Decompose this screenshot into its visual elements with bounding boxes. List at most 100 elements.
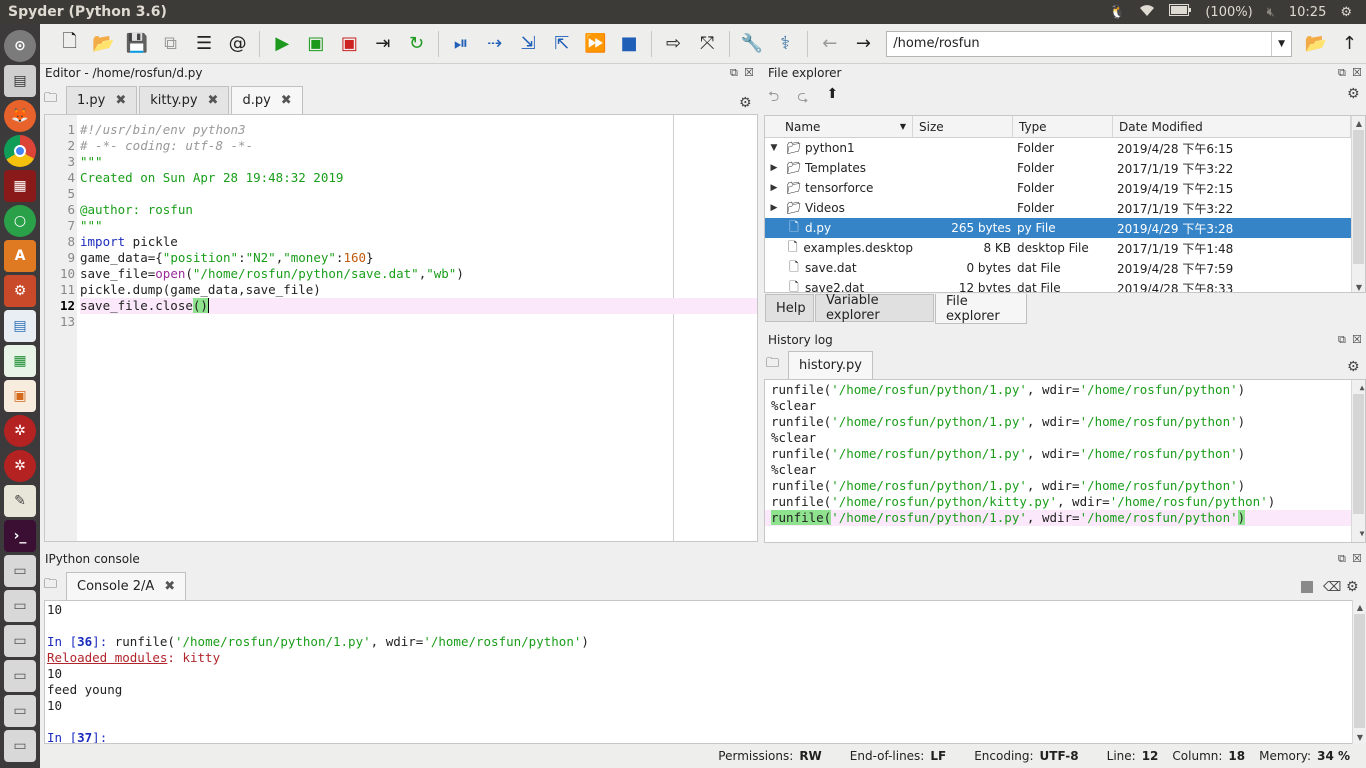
gear-icon[interactable]: ⚙ [739, 95, 752, 111]
terminal-red-icon[interactable]: ▦ [4, 169, 36, 202]
chevron-down-icon[interactable]: ▼ [1271, 31, 1291, 56]
calc-icon[interactable]: ▦ [4, 344, 36, 377]
close-pane-icon[interactable]: ☒ [744, 66, 754, 79]
save-all-icon[interactable]: ⧉ [157, 30, 185, 58]
tab-kittypy[interactable]: kitty.py ✖ [139, 86, 230, 114]
gear-icon[interactable]: ⚙ [1346, 579, 1359, 595]
maximize-pane-icon[interactable]: ⇨ [660, 30, 688, 58]
step-return-icon[interactable]: ⇱ [548, 30, 576, 58]
code-area[interactable]: #!/usr/bin/env python3 # -*- coding: utf… [80, 122, 757, 330]
tab-1py[interactable]: 1.py ✖ [66, 86, 138, 114]
column-size[interactable]: Size [913, 116, 1013, 137]
close-icon[interactable]: ✖ [208, 93, 219, 108]
software-center-icon[interactable]: A [4, 239, 36, 272]
settings-icon[interactable]: ⚙ [4, 274, 36, 307]
terminal-icon[interactable]: ›_ [4, 519, 36, 552]
input-method-icon[interactable]: 🐧 [1109, 5, 1125, 20]
battery-icon[interactable] [1169, 4, 1192, 20]
close-pane-icon[interactable]: ☒ [1352, 552, 1362, 565]
undock-icon[interactable]: ⧉ [1338, 552, 1346, 566]
parent-directory-icon[interactable]: ↑ [1336, 30, 1364, 58]
column-name[interactable]: Name ▼ [765, 116, 913, 137]
files-icon[interactable]: ▤ [4, 64, 36, 97]
volume-muted-icon[interactable]: 🔇︎ [1267, 5, 1275, 20]
tab-console[interactable]: Console 2/A ✖ [66, 572, 187, 600]
stop-icon[interactable] [1301, 581, 1313, 593]
file-explorer-tree[interactable]: Name ▼ Size Type Date Modified ▼ 📁︎ python1… [764, 115, 1366, 293]
eraser-icon[interactable]: ⌫ [1323, 580, 1341, 595]
drive-icon[interactable]: ▭ [4, 694, 36, 727]
wifi-icon[interactable] [1139, 3, 1155, 21]
undock-icon[interactable]: ⧉ [1338, 66, 1346, 80]
circle-app-icon[interactable]: ○ [4, 204, 36, 237]
run-cell-advance-icon[interactable]: ▣ [336, 30, 364, 58]
browse-tabs-icon[interactable]: 🗀 [44, 86, 66, 114]
chrome-icon[interactable] [4, 134, 36, 167]
drive-icon[interactable]: ▭ [4, 589, 36, 622]
working-directory-input[interactable]: /home/rosfun ▼ [886, 30, 1293, 57]
at-icon[interactable]: @ [224, 30, 252, 58]
writer-icon[interactable]: ▤ [4, 309, 36, 342]
file-row[interactable]: 🗋 examples.desktop 8 KB desktop File 2017/1/… [765, 238, 1365, 258]
step-into-icon[interactable]: ⇲ [514, 30, 542, 58]
drive-icon[interactable]: ▭ [4, 624, 36, 657]
browse-tabs-icon[interactable]: 🗀 [766, 351, 788, 379]
collapsed-arrow-icon[interactable]: ▶ [765, 183, 783, 193]
text-editor-icon[interactable]: ✎ [4, 484, 36, 517]
close-icon[interactable]: ✖ [281, 93, 292, 108]
tab-dpy[interactable]: d.py ✖ [231, 86, 303, 114]
robot-icon[interactable]: ✲ [4, 414, 36, 447]
run-selection-icon[interactable]: ⇥ [369, 30, 397, 58]
file-row[interactable]: 🗋 d.py 265 bytes py File 2019/4/29 下午3:28 [765, 218, 1365, 238]
stop-debug-icon[interactable]: ■ [615, 30, 643, 58]
code-editor[interactable]: 1 2 3 4 5 6 7 8 9 10 11 12 13 #!/usr/bin/env python3… [44, 114, 758, 542]
fullscreen-icon[interactable]: ⤧ [693, 30, 721, 58]
tab-help[interactable]: Help [765, 294, 814, 322]
forward-circle-icon[interactable]: ⮎ [797, 86, 808, 110]
close-pane-icon[interactable]: ☒ [1352, 333, 1362, 346]
robot2-icon[interactable]: ✲ [4, 449, 36, 482]
preferences-wrench-icon[interactable]: 🔧 [738, 30, 766, 58]
ipython-console[interactable]: 10 In [36]: runfile('/home/rosfun/python… [44, 600, 1354, 744]
browse-tabs-icon[interactable]: 🗀 [44, 572, 66, 600]
tab-history-py[interactable]: history.py [788, 351, 873, 379]
drive-icon[interactable]: ▭ [4, 554, 36, 587]
drive-icon[interactable]: ▭ [4, 659, 36, 692]
console-scrollbar[interactable]: ▲ ▼ [1352, 600, 1366, 744]
undock-icon[interactable]: ⧉ [1338, 333, 1346, 347]
run-cell-icon[interactable]: ▣ [302, 30, 330, 58]
drive-icon[interactable]: ▭ [4, 729, 36, 762]
file-explorer-scrollbar[interactable]: ▲ ▼ [1351, 116, 1365, 292]
gear-icon[interactable]: ⚙ [1347, 86, 1360, 102]
new-file-icon[interactable]: 🗋 [56, 30, 84, 58]
file-row[interactable]: ▶ 📁︎ Templates Folder 2017/1/19 下午3:22 [765, 158, 1365, 178]
gear-icon[interactable]: ⚙ [1347, 359, 1360, 375]
history-log[interactable]: runfile('/home/rosfun/python/1.py', wdir… [764, 379, 1366, 543]
undock-icon[interactable]: ⧉ [730, 66, 738, 80]
back-arrow-icon[interactable]: ← [816, 30, 844, 58]
file-row[interactable]: 🗋 save.dat 0 bytes dat File 2019/4/28 下午7:59 [765, 258, 1365, 278]
back-circle-icon[interactable]: ⮌ [768, 86, 779, 110]
file-row[interactable]: ▶ 📁︎ Videos Folder 2017/1/19 下午3:22 [765, 198, 1365, 218]
python-path-icon[interactable]: ⚕ [772, 30, 800, 58]
tab-file-explorer[interactable]: File explorer [935, 294, 1027, 324]
close-icon[interactable]: ✖ [164, 579, 175, 594]
close-pane-icon[interactable]: ☒ [1352, 66, 1362, 79]
file-row[interactable]: 🗋 save2.dat 12 bytes dat File 2019/4/28 下午8:… [765, 278, 1365, 293]
collapsed-arrow-icon[interactable]: ▶ [765, 203, 783, 213]
close-icon[interactable]: ✖ [115, 93, 126, 108]
clock[interactable]: 10:25 [1289, 5, 1326, 20]
collapsed-arrow-icon[interactable]: ▶ [765, 163, 783, 173]
save-icon[interactable]: 💾 [123, 30, 151, 58]
impress-icon[interactable]: ▣ [4, 379, 36, 412]
file-row[interactable]: ▼ 📁︎ python1 Folder 2019/4/28 下午6:15 [765, 138, 1365, 158]
continue-icon[interactable]: ⏩ [582, 30, 610, 58]
file-row[interactable]: ▶ 📁︎ tensorforce Folder 2019/4/19 下午2:15 [765, 178, 1365, 198]
history-scrollbar[interactable]: ▲ ▼ [1351, 380, 1365, 542]
power-gear-icon[interactable]: ⚙ [1340, 5, 1352, 20]
firefox-icon[interactable]: 🦊 [4, 99, 36, 132]
column-type[interactable]: Type [1013, 116, 1113, 137]
rerun-icon[interactable]: ↻ [403, 30, 431, 58]
browse-folder-icon[interactable]: 📂 [1302, 30, 1330, 58]
open-file-icon[interactable]: 📂 [90, 30, 118, 58]
